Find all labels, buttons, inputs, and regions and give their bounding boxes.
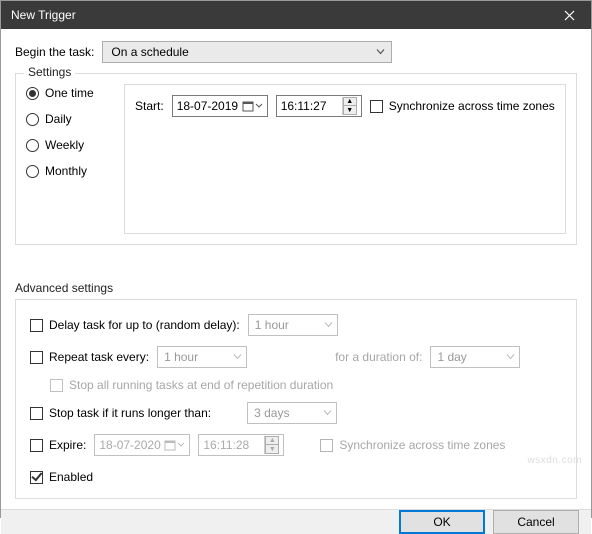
close-icon [564,10,575,21]
checkbox-icon [320,439,333,452]
advanced-group: Delay task for up to (random delay): 1 h… [15,299,577,499]
delay-checkbox[interactable]: Delay task for up to (random delay): [30,318,240,332]
radio-icon [26,87,39,100]
radio-weekly[interactable]: Weekly [26,138,114,152]
stop-long-value: 3 days [254,406,289,420]
sync-tz-label: Synchronize across time zones [389,99,555,113]
spin-down-button[interactable]: ▼ [343,106,357,115]
delay-value: 1 hour [255,318,289,332]
radio-icon [26,165,39,178]
radio-icon [26,113,39,126]
checkbox-icon [30,351,43,364]
settings-group: Settings One time Daily Weekly Monthly [15,73,577,245]
start-date-value: 18-07-2019 [177,99,238,113]
spin-down-button[interactable]: ▼ [265,445,279,454]
repeat-duration-value: 1 day [437,350,466,364]
expire-time-value: 16:11:28 [203,438,249,452]
expire-label: Expire: [49,438,86,452]
spin-up-button[interactable]: ▲ [265,436,279,445]
spin-up-button[interactable]: ▲ [343,97,357,106]
delay-label: Delay task for up to (random delay): [49,318,240,332]
titlebar: New Trigger [1,1,591,29]
repeat-duration-combo[interactable]: 1 day [430,346,520,368]
radio-icon [26,139,39,152]
stop-repetition-label: Stop all running tasks at end of repetit… [69,378,333,392]
window-title: New Trigger [11,8,547,22]
chevron-down-icon [233,353,242,362]
expire-sync-tz-label: Synchronize across time zones [339,438,505,452]
advanced-legend: Advanced settings [15,281,577,295]
begin-task-value: On a schedule [111,45,188,59]
stop-repetition-checkbox: Stop all running tasks at end of repetit… [50,378,333,392]
begin-task-label: Begin the task: [15,45,94,59]
radio-monthly[interactable]: Monthly [26,164,114,178]
ok-button[interactable]: OK [399,510,485,534]
start-date-input[interactable]: 18-07-2019 [172,95,268,117]
cancel-label: Cancel [517,515,554,529]
close-button[interactable] [547,1,591,29]
chevron-down-icon [324,321,333,330]
radio-one-time[interactable]: One time [26,86,114,100]
start-time-value: 16:11:27 [281,99,327,113]
chevron-down-icon [323,409,332,418]
watermark: wsxdn.com [527,455,582,466]
radio-label: Monthly [45,164,87,178]
checkbox-icon [30,439,43,452]
radio-label: Weekly [45,138,84,152]
calendar-icon [164,439,176,451]
enabled-checkbox[interactable]: Enabled [30,470,93,484]
expire-sync-tz-checkbox: Synchronize across time zones [320,438,505,452]
chevron-down-icon [506,353,515,362]
radio-label: Daily [45,112,72,126]
ok-label: OK [433,515,450,529]
chevron-down-icon [376,48,385,57]
chevron-down-icon [255,102,263,110]
radio-daily[interactable]: Daily [26,112,114,126]
enabled-label: Enabled [49,470,93,484]
cancel-button[interactable]: Cancel [493,510,579,534]
calendar-icon [242,100,254,112]
chevron-down-icon [177,441,185,449]
delay-combo[interactable]: 1 hour [248,314,338,336]
stop-long-combo[interactable]: 3 days [247,402,337,424]
start-panel: Start: 18-07-2019 16:11:27 [124,84,566,234]
stop-long-checkbox[interactable]: Stop task if it runs longer than: [30,406,211,420]
begin-task-combo[interactable]: On a schedule [102,41,392,63]
repeat-interval-combo[interactable]: 1 hour [157,346,247,368]
radio-label: One time [45,86,94,100]
expire-checkbox[interactable]: Expire: [30,438,86,452]
start-label: Start: [135,99,164,113]
repeat-label: Repeat task every: [49,350,149,364]
expire-time-input[interactable]: 16:11:28 ▲ ▼ [198,434,284,456]
checkbox-icon [370,100,383,113]
repeat-interval-value: 1 hour [164,350,198,364]
expire-date-input[interactable]: 18-07-2020 [94,434,190,456]
settings-legend: Settings [24,65,75,79]
stop-long-label: Stop task if it runs longer than: [49,406,211,420]
dialog-footer: OK Cancel [1,509,591,534]
start-time-input[interactable]: 16:11:27 ▲ ▼ [276,95,362,117]
checkbox-icon [30,319,43,332]
schedule-radio-group: One time Daily Weekly Monthly [26,84,114,234]
checkbox-icon [30,407,43,420]
repeat-duration-label: for a duration of: [335,350,422,364]
checkbox-icon [50,379,63,392]
sync-tz-checkbox[interactable]: Synchronize across time zones [370,99,555,113]
expire-date-value: 18-07-2020 [99,438,160,452]
repeat-checkbox[interactable]: Repeat task every: [30,350,149,364]
checkbox-icon [30,471,43,484]
